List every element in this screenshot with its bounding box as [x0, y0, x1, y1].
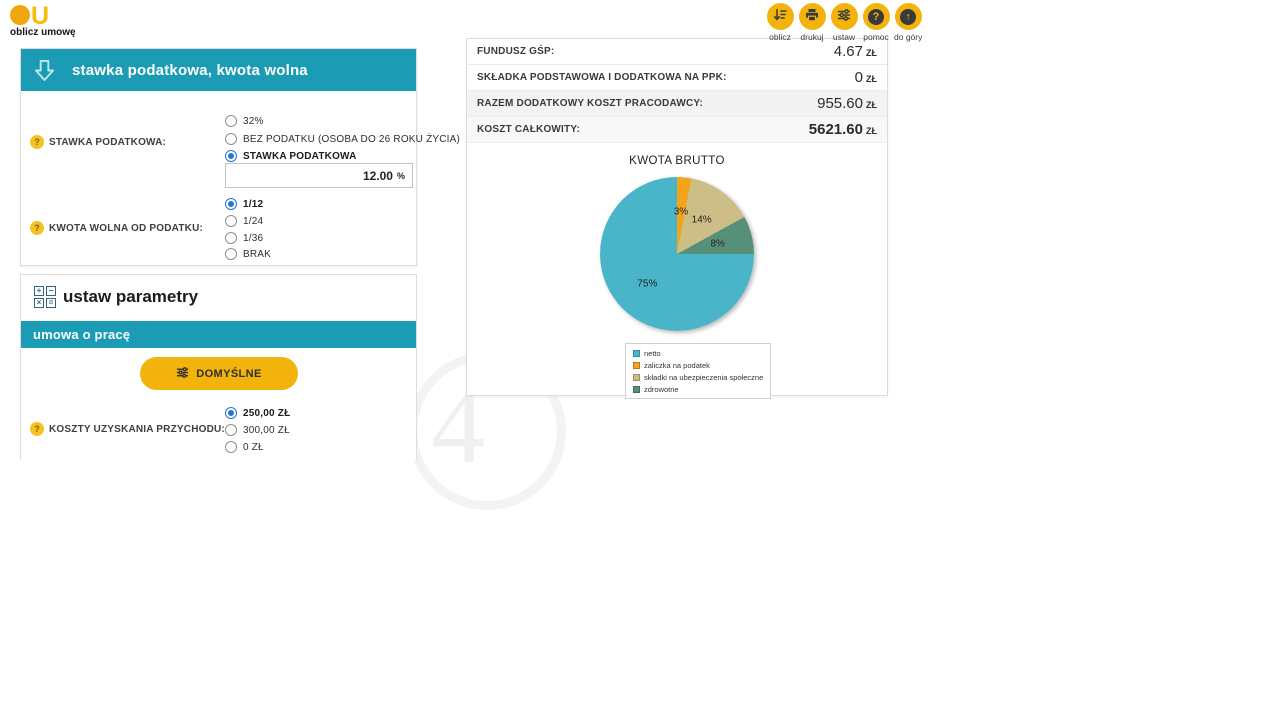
contract-type-label: umowa o pracę — [33, 327, 130, 342]
results-panel: FUNDUSZ GŚP: 4.67ZŁ SKŁADKA PODSTAWOWA I… — [466, 38, 888, 396]
option-stawka-podatkowa[interactable]: STAWKA PODATKOWA — [225, 148, 357, 164]
radio-icon — [225, 424, 237, 436]
help-icon[interactable]: ? — [30, 221, 44, 235]
legend-label: netto — [644, 349, 661, 358]
radio-icon — [225, 133, 237, 145]
chart-legend: netto zaliczka na podatek składki na ubezp… — [625, 343, 771, 399]
result-row-fundusz: FUNDUSZ GŚP: 4.67ZŁ — [467, 39, 887, 65]
pie-slice-label: 8% — [710, 238, 724, 249]
legend-swatch — [633, 386, 640, 393]
radio-icon — [225, 441, 237, 453]
radio-icon — [225, 407, 237, 419]
question-icon: ? — [868, 9, 884, 25]
option-1-36[interactable]: 1/36 — [225, 230, 263, 246]
print-button[interactable] — [799, 3, 826, 30]
legend-label: składki na ubezpieczenia społeczne — [644, 373, 763, 382]
legend-label: zdrowotne — [644, 385, 679, 394]
radio-icon — [225, 115, 237, 127]
legend-swatch — [633, 362, 640, 369]
radio-icon — [225, 198, 237, 210]
tool-label: pomoc — [863, 32, 889, 42]
tool-pomoc: ? pomoc — [862, 3, 890, 42]
sliders-icon — [176, 366, 189, 382]
legend-item: zdrowotne — [633, 384, 763, 394]
tool-oblicz: oblicz — [766, 3, 794, 42]
contract-type-bar: umowa o pracę — [21, 321, 416, 348]
tool-drukuj: drukuj — [798, 3, 826, 42]
default-button[interactable]: DOMYŚLNE — [140, 357, 298, 390]
option-32-percent[interactable]: 32% — [225, 113, 264, 129]
tool-label: ustaw — [833, 32, 855, 42]
tax-free-label: ? KWOTA WOLNA OD PODATKU: — [30, 221, 203, 235]
scroll-top-button[interactable]: ↑ — [895, 3, 922, 30]
tool-ustaw: ustaw — [830, 3, 858, 42]
tax-rate-label: ? STAWKA PODATKOWA: — [30, 135, 166, 149]
option-1-12[interactable]: 1/12 — [225, 196, 263, 212]
option-1-24[interactable]: 1/24 — [225, 213, 263, 229]
legend-item: składki na ubezpieczenia społeczne — [633, 372, 763, 382]
option-250-zl[interactable]: 250,00 ZŁ — [225, 405, 290, 421]
legend-swatch — [633, 374, 640, 381]
option-300-zl[interactable]: 300,00 ZŁ — [225, 422, 290, 438]
oblicz-button[interactable] — [767, 3, 794, 30]
logo-u-glyph: U — [31, 8, 49, 25]
pie-slice-label: 3% — [674, 207, 688, 218]
radio-icon — [225, 248, 237, 260]
tool-label: do góry — [894, 32, 922, 42]
income-costs-label: ? KOSZTY UZYSKANIA PRZYCHODU: — [30, 422, 225, 436]
calculator-icon: + − × = — [34, 286, 56, 308]
result-row-koszt-calkowity: KOSZT CAŁKOWITY: 5621.60ZŁ — [467, 117, 887, 143]
tool-do-gory: ↑ do góry — [894, 3, 922, 42]
result-value: 5621.60 — [809, 121, 863, 138]
result-row-ppk: SKŁADKA PODSTAWOWA I DODATKOWA NA PPK: 0… — [467, 65, 887, 91]
result-value: 955.60 — [817, 95, 863, 112]
pie-slice-label: 14% — [692, 215, 712, 226]
result-value: 0 — [855, 69, 863, 86]
printer-icon — [805, 8, 819, 25]
tax-card-title: stawka podatkowa, kwota wolna — [72, 62, 308, 79]
legend-item: zaliczka na podatek — [633, 360, 763, 370]
legend-label: zaliczka na podatek — [644, 361, 710, 370]
pie-chart: 3% 14% 8% 75% — [600, 177, 754, 331]
help-icon[interactable]: ? — [30, 422, 44, 436]
chart-title: KWOTA BRUTTO — [467, 155, 887, 167]
arrow-up-icon: ↑ — [900, 9, 916, 25]
radio-icon — [225, 232, 237, 244]
logo-circle-icon — [10, 5, 30, 25]
pie-slice-label: 75% — [637, 278, 657, 289]
result-row-koszt-pracodawcy: RAZEM DODATKOWY KOSZT PRACODAWCY: 955.60… — [467, 91, 887, 117]
legend-swatch — [633, 350, 640, 357]
tool-label: oblicz — [769, 32, 791, 42]
toolbar: oblicz drukuj ustaw ? pomoc ↑ do góry — [766, 3, 922, 42]
option-brak[interactable]: BRAK — [225, 246, 271, 262]
sort-amount-icon — [773, 8, 787, 25]
tax-rate-input[interactable]: 12.00 % — [225, 163, 413, 188]
radio-icon — [225, 215, 237, 227]
option-0-zl[interactable]: 0 ZŁ — [225, 439, 264, 455]
arrow-down-icon — [34, 59, 55, 82]
result-value: 4.67 — [834, 43, 863, 60]
parameters-title: ustaw parametry — [63, 287, 198, 307]
logo-icon: U — [10, 4, 76, 25]
radio-icon — [225, 150, 237, 162]
option-bez-podatku[interactable]: BEZ PODATKU (OSOBA DO 26 ROKU ŻYCIA) — [225, 131, 460, 147]
parameters-card: + − × = ustaw parametry umowa o pracę DO… — [20, 274, 417, 460]
logo[interactable]: U oblicz umowę — [10, 4, 76, 38]
tool-label: drukuj — [800, 32, 823, 42]
tax-settings-card: stawka podatkowa, kwota wolna ? STAWKA P… — [20, 48, 417, 266]
legend-item: netto — [633, 348, 763, 358]
sliders-icon — [837, 8, 851, 25]
tax-card-header: stawka podatkowa, kwota wolna — [21, 49, 416, 91]
logo-text: oblicz umowę — [10, 27, 76, 38]
settings-button[interactable] — [831, 3, 858, 30]
help-icon[interactable]: ? — [30, 135, 44, 149]
help-button[interactable]: ? — [863, 3, 890, 30]
